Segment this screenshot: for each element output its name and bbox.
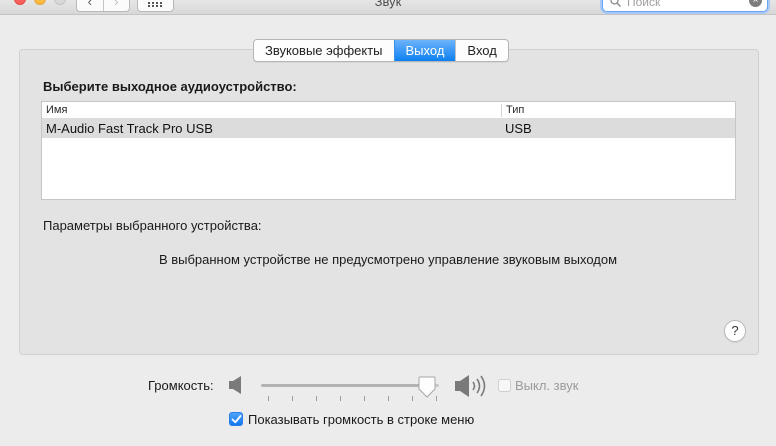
- volume-slider-ticks: [268, 396, 440, 401]
- column-header-type[interactable]: Тип: [506, 104, 524, 116]
- checkmark-icon: [231, 415, 242, 424]
- tab-bar: Звуковые эффекты Выход Вход: [253, 39, 509, 62]
- output-device-heading: Выберите выходное аудиоустройство:: [43, 79, 297, 94]
- slider-tick: [364, 396, 365, 401]
- table-row[interactable]: M-Audio Fast Track Pro USB USB: [42, 119, 735, 138]
- help-button[interactable]: ?: [724, 320, 746, 342]
- column-divider: [501, 104, 502, 117]
- slider-tick: [292, 396, 293, 401]
- device-type-cell: USB: [505, 121, 532, 136]
- sound-preferences-window: ‹ › Звук Поиск × Звуковые эффекты Выход …: [0, 0, 776, 446]
- column-header-name[interactable]: Имя: [46, 104, 67, 116]
- tab-output[interactable]: Выход: [393, 40, 456, 61]
- show-volume-in-menu-checkbox[interactable]: [229, 412, 243, 426]
- slider-tick: [268, 396, 269, 401]
- speaker-high-icon: [455, 375, 486, 397]
- table-header: Имя Тип: [42, 102, 735, 119]
- volume-slider-thumb[interactable]: [418, 376, 436, 398]
- slider-tick: [388, 396, 389, 401]
- tab-sound-effects[interactable]: Звуковые эффекты: [254, 40, 394, 61]
- device-name-cell: M-Audio Fast Track Pro USB: [46, 121, 213, 136]
- title-bar: ‹ › Звук Поиск ×: [0, 0, 776, 15]
- volume-slider-fill: [261, 384, 430, 387]
- tab-input[interactable]: Вход: [455, 40, 507, 61]
- volume-label: Громкость:: [148, 378, 214, 393]
- device-params-label: Параметры выбранного устройства:: [43, 218, 262, 233]
- search-icon: [610, 0, 621, 7]
- show-volume-in-menu-label: Показывать громкость в строке меню: [248, 412, 475, 427]
- search-placeholder: Поиск: [627, 0, 661, 9]
- no-control-message: В выбранном устройстве не предусмотрено …: [158, 252, 618, 267]
- slider-tick: [316, 396, 317, 401]
- output-device-table[interactable]: Имя Тип M-Audio Fast Track Pro USB USB: [41, 101, 736, 200]
- slider-tick: [436, 396, 437, 401]
- slider-tick: [340, 396, 341, 401]
- search-field[interactable]: Поиск ×: [602, 0, 768, 12]
- mute-checkbox[interactable]: [498, 379, 511, 392]
- mute-label: Выкл. звук: [515, 378, 579, 393]
- slider-tick: [412, 396, 413, 401]
- clear-search-icon[interactable]: ×: [749, 0, 762, 7]
- tab-view-panel: [19, 49, 759, 355]
- speaker-low-icon: [229, 376, 241, 394]
- volume-slider-track[interactable]: [261, 384, 439, 387]
